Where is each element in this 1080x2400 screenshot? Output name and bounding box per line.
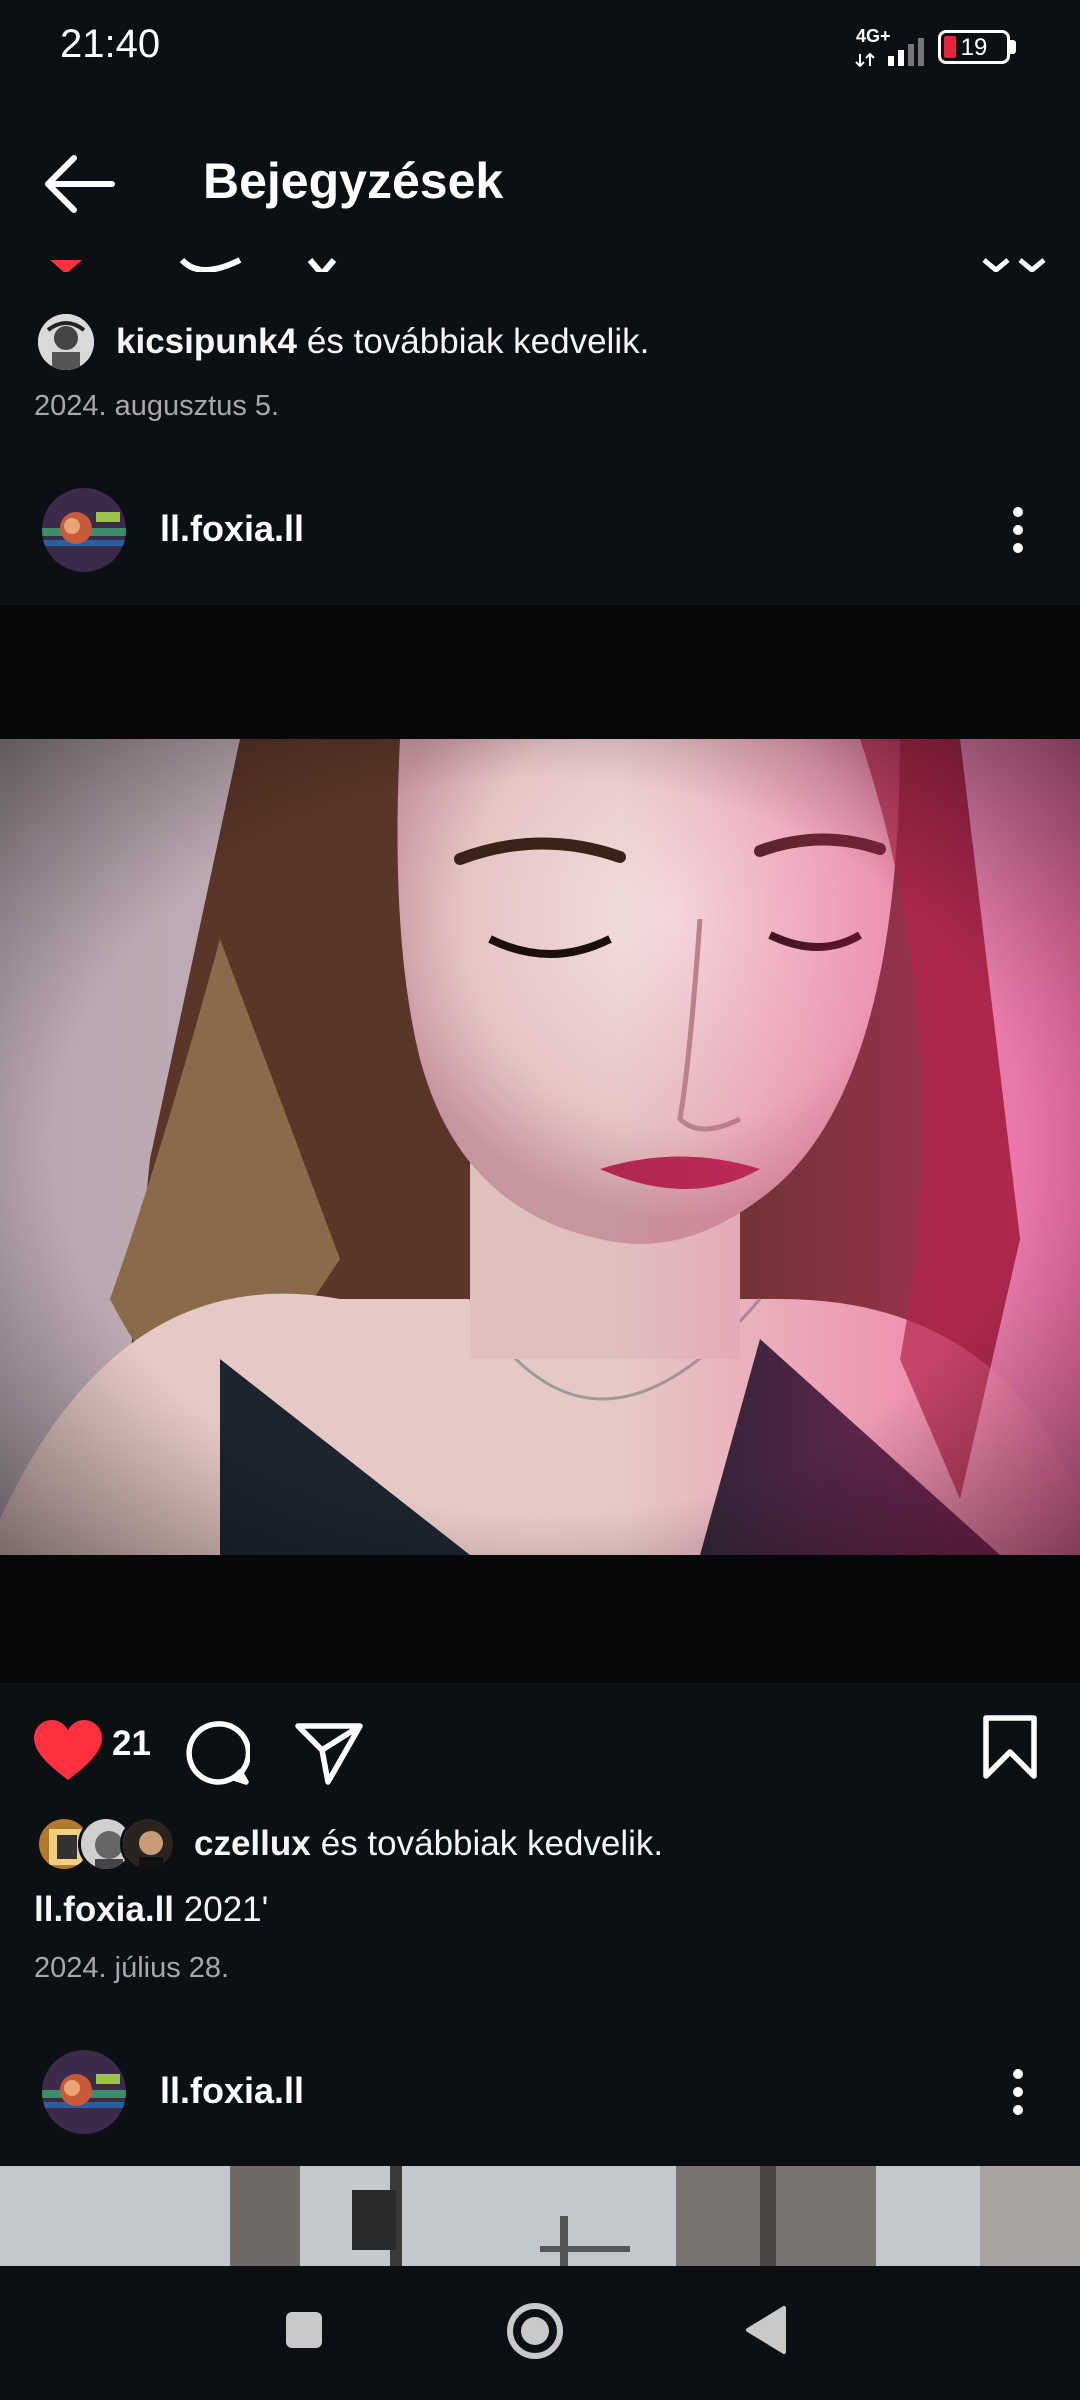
recent-apps-icon[interactable] (284, 2310, 324, 2350)
post-username[interactable]: ll.foxia.ll (160, 2070, 304, 2112)
liked-by-text[interactable]: kicsipunk4 és továbbiak kedvelik. (116, 322, 649, 362)
heart-filled-icon[interactable] (34, 1720, 102, 1782)
status-time: 21:40 (60, 22, 161, 66)
home-icon[interactable] (506, 2302, 564, 2360)
battery-icon: 19 (938, 30, 1010, 64)
post-username[interactable]: ll.foxia.ll (160, 508, 304, 550)
signal-icon: 4G+ (855, 26, 924, 68)
post-header: ll.foxia.ll (0, 2032, 1080, 2152)
liked-by-user[interactable]: czellux (194, 1824, 311, 1864)
system-nav-bar (0, 2266, 1080, 2400)
network-label: 4G+ (856, 26, 891, 46)
bookmark-icon[interactable] (982, 1714, 1038, 1780)
avatar[interactable] (38, 314, 94, 370)
share-icon[interactable] (294, 1720, 364, 1786)
page-title: Bejegyzések (203, 153, 504, 209)
post-date: 2024. augusztus 5. (34, 390, 280, 422)
liked-by-suffix: és továbbiak kedvelik. (320, 1824, 664, 1863)
avatar (120, 1816, 176, 1872)
more-options-icon[interactable] (1000, 500, 1036, 560)
post-date: 2024. július 28. (34, 1952, 230, 1984)
caption-text: 2021' (183, 1890, 269, 1929)
post-caption: ll.foxia.ll 2021' (34, 1890, 268, 1930)
post-photo (0, 739, 1080, 1555)
post-actions: 21 (0, 1700, 1080, 1800)
more-options-icon[interactable] (1000, 2062, 1036, 2122)
like-count[interactable]: 21 (112, 1724, 151, 1764)
post-image[interactable] (0, 2166, 1080, 2266)
post-header: ll.foxia.ll (0, 470, 1080, 590)
liked-by-text[interactable]: czellux és továbbiak kedvelik. (194, 1824, 663, 1864)
bookmark-icon (982, 258, 1010, 272)
battery-level: 19 (960, 34, 988, 61)
avatar[interactable] (42, 488, 126, 572)
heart-icon (50, 260, 82, 272)
liked-by-suffix: és továbbiak kedvelik. (306, 322, 650, 361)
comment-icon (179, 257, 242, 272)
share-icon (307, 258, 337, 272)
status-bar: 21:40 4G+ 19 (0, 0, 1080, 96)
liked-by-user[interactable]: kicsipunk4 (116, 322, 297, 362)
back-arrow-icon[interactable] (40, 152, 120, 216)
post-image[interactable] (0, 605, 1080, 1683)
comment-icon[interactable] (184, 1720, 250, 1786)
avatar[interactable] (42, 2050, 126, 2134)
back-icon[interactable] (744, 2304, 788, 2356)
previous-post-actions (0, 240, 1080, 272)
liked-by-avatars[interactable] (36, 1816, 176, 1872)
page-header: Bejegyzések (0, 130, 1080, 240)
caption-username[interactable]: ll.foxia.ll (34, 1890, 174, 1929)
